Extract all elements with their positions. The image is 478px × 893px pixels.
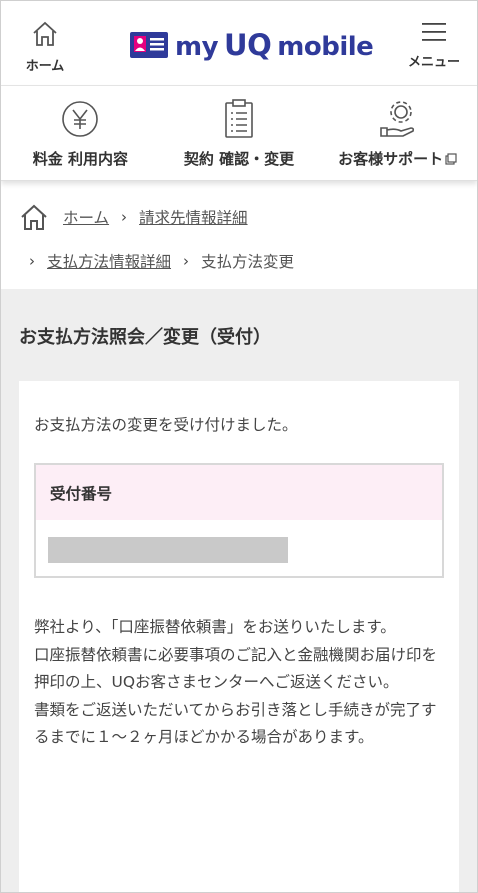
home-icon <box>33 21 57 46</box>
nav-item-label: お客様サポート <box>338 148 457 169</box>
nav-item-contract[interactable]: 契約 確認・変更 <box>160 86 319 180</box>
app-frame: ホーム my UQ mobile メニュー 料金 利用内容 契約 確認・変更 お… <box>0 0 478 893</box>
nav-item-billing[interactable]: 料金 利用内容 <box>1 86 160 180</box>
external-link-icon <box>445 152 457 165</box>
receipt-header: 受付番号 <box>36 465 442 520</box>
home-button[interactable]: ホーム <box>19 19 71 74</box>
home-icon[interactable] <box>19 203 49 231</box>
breadcrumb-payment-link[interactable]: 支払方法情報詳細 <box>47 250 171 272</box>
brand-logo[interactable]: my UQ mobile <box>129 28 374 62</box>
receipt-body <box>36 520 442 576</box>
hamburger-icon <box>422 23 446 41</box>
home-label: ホーム <box>25 59 65 74</box>
nav-support-text: お客様サポート <box>338 150 444 168</box>
chevron-right-icon: › <box>29 252 35 270</box>
result-card: お支払方法の変更を受け付けました。 受付番号 弊社より、「口座振替依頼書」をお送… <box>19 381 459 892</box>
notice-line: 口座振替依頼書に必要事項のご記入と金融機関お届け印を押印の上、UQお客さまセンタ… <box>34 645 438 692</box>
menu-button[interactable]: メニュー <box>401 21 467 70</box>
support-gear-icon <box>379 101 414 137</box>
breadcrumb: ホーム › 請求先情報詳細 › 支払方法情報詳細 › 支払方法変更 <box>1 181 477 291</box>
notice-text: 弊社より、「口座振替依頼書」をお送りいたします。 口座振替依頼書に必要事項のご記… <box>34 614 444 752</box>
id-card-icon <box>130 32 168 58</box>
notice-line: 書類をご返送いただいてからお引き落とし手続きが完了するまでに１～２ヶ月ほどかかる… <box>34 700 437 747</box>
redacted-receipt-number <box>48 537 288 563</box>
logo-my: my <box>175 32 219 62</box>
chevron-right-icon: › <box>183 252 190 270</box>
nav-item-label: 契約 確認・変更 <box>183 150 295 168</box>
logo-uq: UQ <box>224 28 272 62</box>
breadcrumb-current: 支払方法変更 <box>201 253 295 271</box>
main-content: お支払方法照会／変更（受付） お支払方法の変更を受け付けました。 受付番号 弊社… <box>1 289 477 892</box>
breadcrumb-home-link[interactable]: ホーム <box>63 206 109 228</box>
breadcrumb-billing-link[interactable]: 請求先情報詳細 <box>139 206 248 228</box>
completion-message: お支払方法の変更を受け付けました。 <box>34 416 298 434</box>
menu-label: メニュー <box>407 55 460 70</box>
page-title: お支払方法照会／変更（受付） <box>19 327 271 348</box>
chevron-right-icon: › <box>121 208 128 226</box>
header: ホーム my UQ mobile メニュー <box>1 1 477 86</box>
main-nav: 料金 利用内容 契約 確認・変更 お客様サポート <box>1 86 477 181</box>
yen-icon <box>62 101 99 137</box>
clipboard-icon <box>225 99 253 138</box>
logo-mobile: mobile <box>277 32 374 62</box>
notice-line: 弊社より、「口座振替依頼書」をお送りいたします。 <box>34 618 396 636</box>
receipt-box: 受付番号 <box>34 463 444 578</box>
nav-item-label: 料金 利用内容 <box>32 150 128 168</box>
nav-item-support[interactable]: お客様サポート <box>318 86 477 180</box>
